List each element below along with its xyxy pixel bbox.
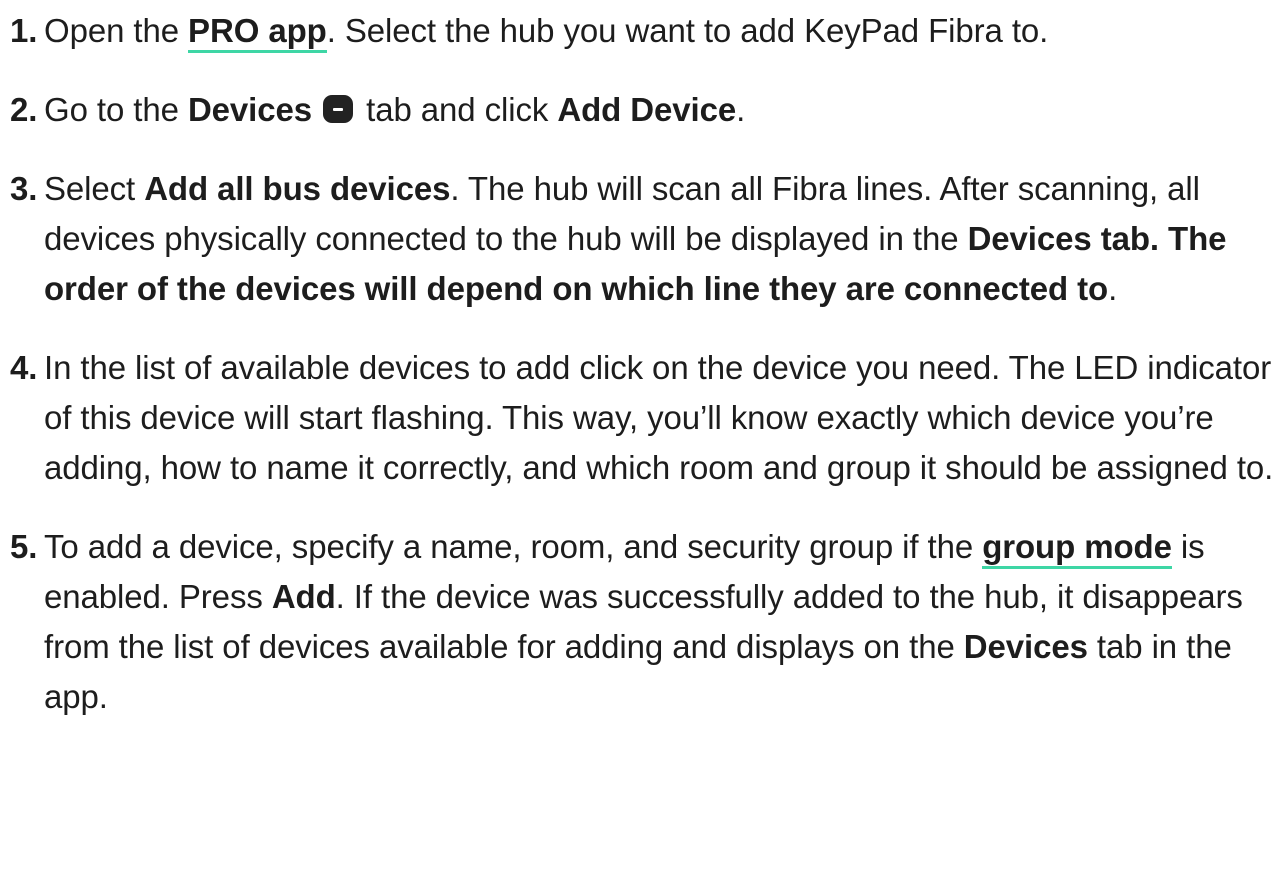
step-number: 5. [10, 528, 38, 565]
step-text: To add a device, specify a name, room, a… [44, 528, 983, 565]
step-4: 4. In the list of available devices to a… [0, 343, 1276, 493]
group-mode-link[interactable]: group mode [982, 528, 1172, 569]
step-text: Go to the [44, 91, 188, 128]
add-device-label: Add Device [557, 91, 737, 128]
step-number: 2. [10, 91, 38, 128]
step-text: . [1108, 270, 1118, 307]
step-text: . [736, 91, 746, 128]
step-number: 3. [10, 170, 38, 207]
pro-app-link[interactable]: PRO app [188, 12, 327, 53]
devices-tab-icon [323, 95, 354, 123]
step-text: . Select the hub you want to add KeyPad … [326, 12, 1049, 49]
devices-tab-label: Devices [963, 628, 1088, 665]
step-3: 3. Select Add all bus devices. The hub w… [0, 164, 1276, 314]
step-text: Select [44, 170, 145, 207]
step-2: 2. Go to the Devices tab and click Add D… [0, 85, 1276, 135]
step-text: In the list of available devices to add … [44, 349, 1274, 486]
instruction-steps: 1. Open the PRO app. Select the hub you … [0, 0, 1276, 722]
step-number: 1. [10, 12, 38, 49]
add-label: Add [271, 578, 336, 615]
step-number: 4. [10, 349, 38, 386]
step-text: tab and click [357, 91, 558, 128]
step-text: Open the [44, 12, 189, 49]
step-5: 5. To add a device, specify a name, room… [0, 522, 1276, 722]
step-1: 1. Open the PRO app. Select the hub you … [0, 6, 1276, 56]
add-all-bus-devices-label: Add all bus devices [144, 170, 451, 207]
devices-tab-label: Devices [187, 91, 313, 128]
